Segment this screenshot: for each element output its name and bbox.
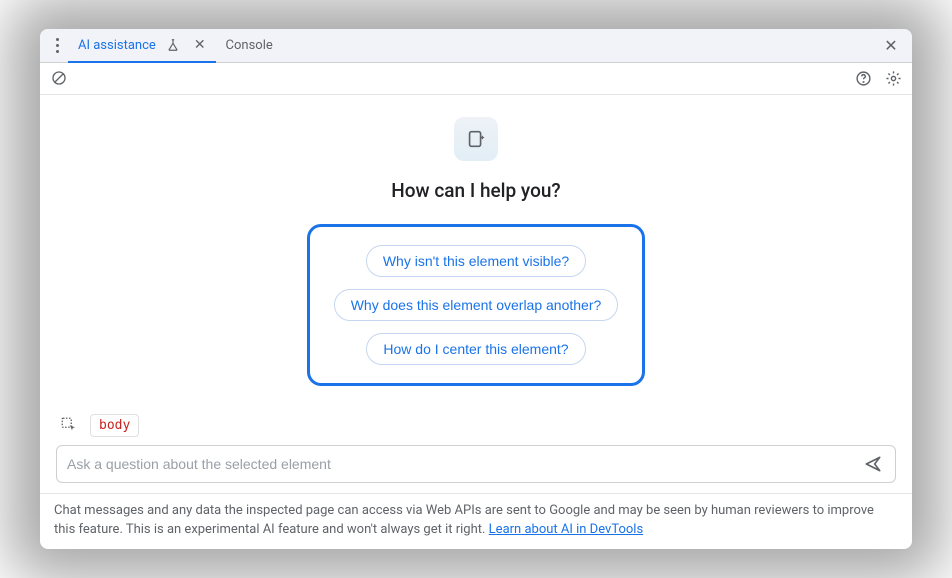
context-row: body xyxy=(56,414,896,437)
tab-label: AI assistance xyxy=(78,38,156,53)
suggestion-pill[interactable]: Why does this element overlap another? xyxy=(334,289,619,321)
disclaimer-text: Chat messages and any data the inspected… xyxy=(54,503,874,537)
learn-more-link[interactable]: Learn about AI in DevTools xyxy=(489,522,643,537)
ai-sparkle-icon xyxy=(454,117,498,161)
more-menu-button[interactable] xyxy=(46,38,68,53)
main-content: How can I help you? Why isn't this eleme… xyxy=(40,95,912,493)
prompt-input-row xyxy=(56,445,896,483)
tab-label: Console xyxy=(226,38,273,53)
toolbar xyxy=(40,63,912,95)
devtools-panel: AI assistance ✕ Console ✕ xyxy=(40,29,912,550)
help-icon[interactable] xyxy=(852,67,874,89)
page-title: How can I help you? xyxy=(391,179,560,202)
suggestion-pill[interactable]: How do I center this element? xyxy=(366,333,585,365)
send-icon[interactable] xyxy=(861,452,885,476)
suggestions-container: Why isn't this element visible? Why does… xyxy=(307,224,646,386)
prompt-input[interactable] xyxy=(67,456,861,472)
tab-ai-assistance[interactable]: AI assistance ✕ xyxy=(68,29,216,62)
close-panel-icon[interactable]: ✕ xyxy=(880,34,902,56)
clear-icon[interactable] xyxy=(48,67,70,89)
close-tab-icon[interactable]: ✕ xyxy=(194,37,206,53)
selected-element-chip[interactable]: body xyxy=(90,414,139,437)
disclaimer-footer: Chat messages and any data the inspected… xyxy=(40,493,912,550)
tab-bar: AI assistance ✕ Console ✕ xyxy=(40,29,912,63)
select-element-icon[interactable] xyxy=(58,414,80,436)
settings-gear-icon[interactable] xyxy=(882,67,904,89)
suggestion-pill[interactable]: Why isn't this element visible? xyxy=(366,245,586,277)
flask-icon xyxy=(162,34,184,56)
tab-console[interactable]: Console xyxy=(216,29,283,62)
